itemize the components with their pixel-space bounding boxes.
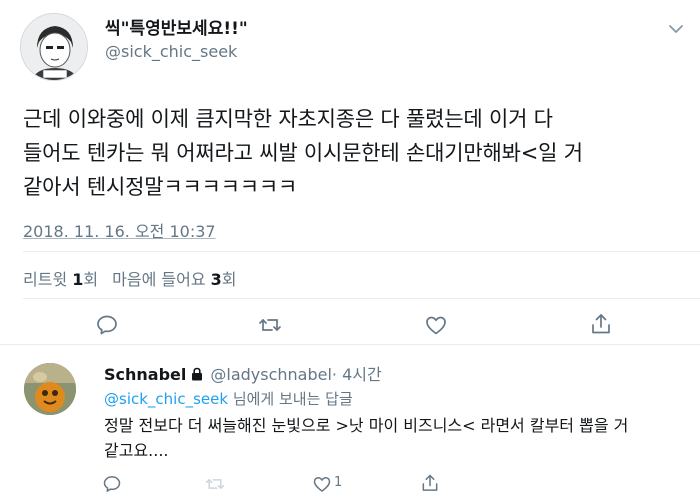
author-display-name[interactable]: 씩"특영반보세요!!" <box>105 14 248 39</box>
heart-icon[interactable] <box>424 313 448 337</box>
reply-text-line: 같고요.... <box>104 441 169 460</box>
like-unit: 회 <box>221 270 237 289</box>
tweet-text-line: 근데 이와중에 이제 큼지막한 자초지종은 다 풀렸는데 이거 다 <box>23 107 553 131</box>
reply-context: @sick_chic_seek 님에게 보내는 답글 <box>104 388 353 409</box>
reply-to-mention[interactable]: @sick_chic_seek <box>104 390 228 408</box>
tweet-stats: 리트윗 1회 마음에 들어요 3회 <box>23 266 237 290</box>
reply-author-avatar[interactable] <box>24 363 76 415</box>
reply-header: Schnabel @ladyschnabel· 4시간 <box>104 361 382 385</box>
like-count: 3 <box>210 270 222 289</box>
reply-author-name[interactable]: Schnabel <box>104 365 186 384</box>
reply-icon[interactable] <box>95 313 119 337</box>
retweet-unit: 회 <box>83 270 99 289</box>
reply-time: · 4시간 <box>331 365 382 384</box>
retweet-count: 1 <box>72 270 84 289</box>
author-handle[interactable]: @sick_chic_seek <box>105 42 237 61</box>
chevron-down-icon[interactable] <box>667 20 685 38</box>
tweet-text-line: 같아서 텐시정말ㅋㅋㅋㅋㅋㅋㅋ <box>23 175 298 199</box>
reply-text-line: 정말 전보다 더 써늘해진 눈빛으로 >낫 마이 비즈니스< 라면서 칼부터 뽑… <box>104 416 629 435</box>
author-avatar[interactable] <box>20 13 88 81</box>
tweet-timestamp[interactable]: 2018. 11. 16. 오전 10:37 <box>23 218 216 242</box>
reply-icon[interactable] <box>102 474 122 494</box>
tweet-text: 근데 이와중에 이제 큼지막한 자초지종은 다 풀렸는데 이거 다 들어도 텐카… <box>23 102 688 204</box>
reply-author-handle[interactable]: @ladyschnabel <box>210 365 332 384</box>
like-stat[interactable]: 마음에 들어요 3회 <box>112 270 236 289</box>
retweet-label: 리트윗 <box>23 270 68 289</box>
tweet-text-line: 들어도 텐카는 뭐 어쩌라고 씨발 이시문한테 손대기만해봐<일 거 <box>23 141 583 165</box>
lock-icon <box>190 366 204 381</box>
share-icon[interactable] <box>589 312 613 336</box>
retweet-stat[interactable]: 리트윗 1회 <box>23 270 98 289</box>
like-label: 마음에 들어요 <box>112 270 206 289</box>
divider <box>0 344 700 345</box>
retweet-icon[interactable] <box>258 313 282 337</box>
tweet-detail-page: 씩"특영반보세요!!" @sick_chic_seek 근데 이와중에 이제 큼… <box>0 0 700 499</box>
heart-icon[interactable] <box>312 474 332 494</box>
retweet-icon <box>205 474 225 494</box>
reply-to-suffix: 님에게 보내는 답글 <box>228 390 353 408</box>
share-icon[interactable] <box>420 473 440 493</box>
reply-text: 정말 전보다 더 써늘해진 눈빛으로 >낫 마이 비즈니스< 라면서 칼부터 뽑… <box>104 413 694 463</box>
divider <box>23 298 700 299</box>
divider <box>23 251 700 252</box>
reply-like-count: 1 <box>334 475 343 490</box>
